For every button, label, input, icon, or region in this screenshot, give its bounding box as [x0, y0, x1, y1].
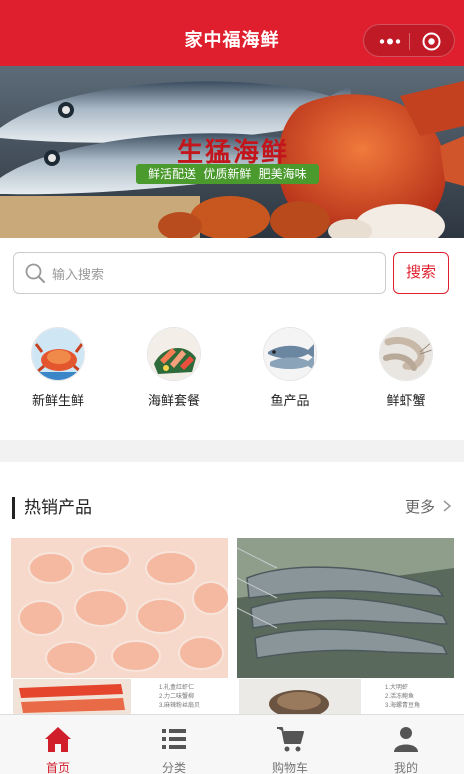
close-miniprogram-icon[interactable] [422, 32, 441, 51]
shrimp-icon [379, 327, 433, 381]
tab-label: 我的 [393, 761, 418, 774]
category-label: 鱼产品 [270, 393, 310, 408]
search-icon [25, 263, 45, 283]
search-bar [13, 252, 386, 294]
chevron-right-icon [443, 500, 452, 512]
product-image-prawns [237, 538, 454, 716]
product-card[interactable]: 1.大明虾 2.活冻鲍鱼 3.海螺青豆角 [237, 538, 454, 716]
tab-label: 首页 [45, 761, 70, 774]
more-link-label: 更多 [405, 499, 436, 516]
tab-label: 购物车 [271, 761, 308, 774]
sashimi-platter-icon [147, 327, 201, 381]
category-item[interactable]: 鱼产品 [232, 318, 348, 418]
tab-mine[interactable]: 我的 [348, 715, 464, 774]
category-label: 新鲜生鲜 [31, 393, 84, 408]
more-link[interactable]: 更多 [405, 497, 452, 519]
category-item[interactable]: 新鲜生鲜 [0, 318, 116, 418]
crab-icon [31, 327, 85, 381]
search-button[interactable]: 搜索 [393, 252, 449, 294]
user-icon [394, 727, 418, 752]
promo-banner[interactable]: 生猛海鲜 鲜活配送 优质新鲜 肥美海味 [0, 66, 464, 238]
category-nav: 新鲜生鲜 海鲜套餐 鱼产品 鲜虾蟹 [0, 318, 464, 418]
nav-bar: 家中福海鲜 [0, 0, 464, 66]
section-divider [0, 440, 464, 462]
mini-program-capsule [363, 24, 455, 57]
home-icon [45, 727, 71, 752]
search-input[interactable] [52, 263, 372, 285]
tab-cart[interactable]: 购物车 [232, 715, 348, 774]
fish-icon [263, 327, 317, 381]
tab-bar: 首页 分类 购物车 我的 [0, 714, 464, 774]
more-options-icon[interactable] [375, 33, 405, 50]
category-label: 海鲜套餐 [147, 393, 200, 408]
list-icon [162, 729, 186, 749]
section-title: 热销产品 [12, 497, 92, 519]
category-item[interactable]: 鲜虾蟹 [348, 318, 464, 418]
banner-slogan: 鲜活配送 优质新鲜 肥美海味 [136, 164, 319, 184]
page: 家中福海鲜 生猛海鲜 鲜活配送 优质新鲜 肥美海味 输入搜索 搜索 新鲜生鲜 海… [0, 0, 464, 774]
category-item[interactable]: 海鲜套餐 [116, 318, 232, 418]
product-notes: 1.礼盒红虾仁 2.力二味蟹柳 3.麻辣粉丝扇贝 [159, 685, 201, 709]
tab-label: 分类 [161, 761, 186, 774]
product-notes: 1.大明虾 2.活冻鲍鱼 3.海螺青豆角 [385, 685, 421, 709]
cart-icon [277, 727, 304, 752]
tab-category[interactable]: 分类 [116, 715, 232, 774]
category-label: 鲜虾蟹 [386, 393, 426, 408]
product-card[interactable]: 1.礼盒红虾仁 2.力二味蟹柳 3.麻辣粉丝扇贝 [11, 538, 228, 716]
tab-home[interactable]: 首页 [0, 715, 116, 774]
capsule-divider [409, 33, 410, 50]
